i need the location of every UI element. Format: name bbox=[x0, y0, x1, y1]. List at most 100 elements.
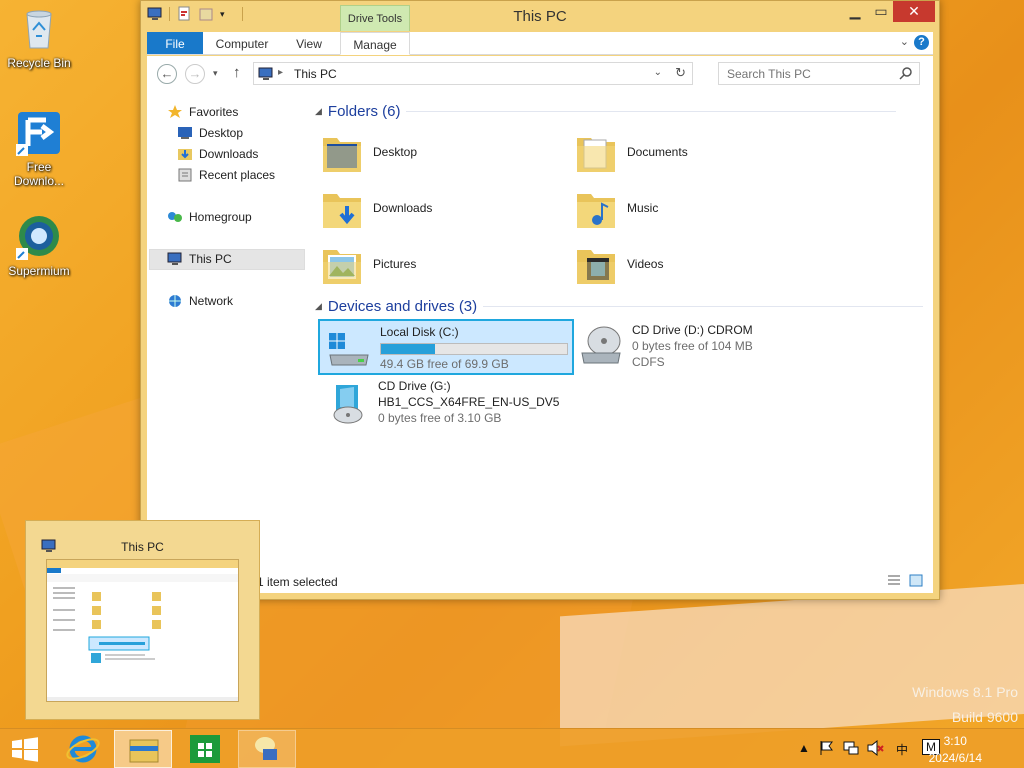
nav-item-network[interactable]: Network bbox=[167, 292, 233, 310]
nav-item-recent-places[interactable]: Recent places bbox=[177, 166, 275, 184]
drive-usage-bar bbox=[380, 343, 568, 355]
desktop-icon bbox=[177, 126, 193, 140]
file-explorer-icon bbox=[129, 739, 159, 763]
devices-group-header[interactable]: ◢ Devices and drives (3) bbox=[315, 298, 924, 315]
status-bar: 1 item selected bbox=[147, 569, 933, 593]
content-pane: ◢ Folders (6) Desktop Documents Download… bbox=[307, 91, 933, 569]
clock-date: 2024/6/14 bbox=[928, 751, 982, 765]
taskbar-internet-explorer[interactable] bbox=[54, 730, 112, 768]
pictures-folder-icon bbox=[321, 242, 363, 286]
desktop-icon-supermium[interactable]: Supermium bbox=[4, 214, 74, 278]
drive-name: CD Drive (D:) CDROM bbox=[632, 323, 753, 337]
drive-free-space: 0 bytes free of 3.10 GB bbox=[378, 411, 502, 425]
network-icon bbox=[167, 294, 183, 308]
pc-icon bbox=[258, 67, 274, 81]
show-hidden-icons-button[interactable]: ▲ bbox=[798, 741, 810, 755]
drive-name: Local Disk (C:) bbox=[380, 325, 459, 339]
folder-label: Videos bbox=[627, 257, 664, 271]
nav-item-homegroup[interactable]: Homegroup bbox=[167, 208, 252, 226]
up-button[interactable]: ↑ bbox=[233, 64, 241, 81]
close-button[interactable]: ✕ bbox=[893, 1, 935, 22]
help-icon[interactable]: ? bbox=[914, 35, 929, 50]
supermium-browser-icon bbox=[16, 214, 62, 260]
folder-documents[interactable]: Documents bbox=[575, 125, 688, 179]
desktop-icon-free-download-manager[interactable]: Free Downlo... bbox=[4, 110, 74, 188]
action-center-flag-icon[interactable] bbox=[818, 739, 834, 760]
forward-button[interactable]: → bbox=[185, 64, 205, 84]
taskbar-file-explorer[interactable] bbox=[114, 730, 172, 768]
volume-muted-icon[interactable] bbox=[866, 739, 884, 760]
details-view-icon[interactable] bbox=[887, 574, 901, 587]
folder-videos[interactable]: Videos bbox=[575, 237, 663, 291]
documents-folder-icon bbox=[575, 130, 617, 174]
folder-downloads[interactable]: Downloads bbox=[321, 181, 432, 235]
drive-volume-label: HB1_CCS_X64FRE_EN-US_DV5 bbox=[378, 395, 560, 409]
breadcrumb[interactable]: This PC bbox=[294, 67, 337, 81]
status-text: 1 item selected bbox=[257, 575, 338, 589]
explorer-window: ▾ Drive Tools This PC ▁ ▭ ✕ File Compute… bbox=[140, 0, 940, 600]
tab-manage[interactable]: Manage bbox=[340, 32, 410, 55]
nav-item-downloads[interactable]: Downloads bbox=[177, 145, 258, 163]
collapse-icon: ◢ bbox=[315, 106, 322, 116]
folder-label: Pictures bbox=[373, 257, 417, 271]
nav-item-favorites[interactable]: Favorites bbox=[167, 103, 238, 121]
title-bar[interactable]: ▾ Drive Tools This PC ▁ ▭ ✕ bbox=[141, 1, 939, 31]
ime-language-indicator[interactable]: 中 bbox=[896, 741, 908, 758]
folder-label: Desktop bbox=[373, 145, 418, 159]
nav-label: Homegroup bbox=[189, 210, 252, 224]
refresh-button[interactable]: ↻ bbox=[675, 65, 686, 81]
address-row: ← → ▾ ↑ ▸ This PC ⌄ ↻ bbox=[147, 56, 933, 91]
nav-item-desktop[interactable]: Desktop bbox=[177, 124, 243, 142]
hard-drive-icon bbox=[326, 327, 372, 371]
group-title: Folders (6) bbox=[327, 103, 401, 120]
desktop-icon-label: Recycle Bin bbox=[7, 56, 71, 70]
drive-cd-g[interactable]: CD Drive (G:) HB1_CCS_X64FRE_EN-US_DV5 0… bbox=[318, 375, 574, 431]
drive-cd-d[interactable]: CD Drive (D:) CDROM 0 bytes free of 104 … bbox=[572, 319, 828, 375]
desktop-icon-recycle-bin[interactable]: Recycle Bin bbox=[4, 6, 74, 70]
large-icons-view-icon[interactable] bbox=[909, 574, 923, 587]
system-clock[interactable]: 3:10 2024/6/14 bbox=[929, 733, 982, 767]
recycle-bin-icon bbox=[16, 6, 62, 52]
folder-desktop[interactable]: Desktop bbox=[321, 125, 417, 179]
taskbar-store[interactable] bbox=[176, 730, 234, 768]
thumbnail-window-image bbox=[46, 559, 239, 702]
drive-local-disk-c[interactable]: Local Disk (C:) 49.4 GB free of 69.9 GB bbox=[318, 319, 574, 375]
network-status-icon[interactable] bbox=[842, 739, 860, 760]
search-input[interactable] bbox=[727, 64, 897, 84]
expand-ribbon-icon[interactable]: ⌄ bbox=[900, 35, 909, 48]
nav-label: Downloads bbox=[199, 147, 259, 161]
taskbar: ▲ 中 M 3:10 2024/6/14 bbox=[0, 728, 1024, 768]
folder-label: Downloads bbox=[373, 201, 433, 215]
minimize-button[interactable]: ▁ bbox=[842, 1, 868, 22]
divider bbox=[406, 111, 897, 112]
homegroup-icon bbox=[167, 210, 183, 224]
folder-pictures[interactable]: Pictures bbox=[321, 237, 416, 291]
back-button[interactable]: ← bbox=[157, 64, 177, 84]
cd-drive-windows-icon bbox=[324, 381, 370, 425]
address-bar[interactable]: ▸ This PC ⌄ ↻ bbox=[253, 62, 693, 85]
thumbnail-title: This PC bbox=[121, 540, 164, 554]
windows-edition-watermark: Windows 8.1 Pro bbox=[912, 684, 1018, 700]
taskbar-thumbnail-preview[interactable]: This PC bbox=[25, 520, 260, 720]
recent-locations-dropdown[interactable]: ▾ bbox=[213, 68, 218, 79]
music-folder-icon bbox=[575, 186, 617, 230]
nav-item-this-pc[interactable]: This PC bbox=[167, 250, 232, 268]
taskbar-remote-desktop[interactable] bbox=[238, 730, 296, 768]
folder-music[interactable]: Music bbox=[575, 181, 658, 235]
folders-group-header[interactable]: ◢ Folders (6) bbox=[315, 103, 897, 120]
maximize-button[interactable]: ▭ bbox=[868, 1, 894, 22]
internet-explorer-icon bbox=[66, 735, 100, 763]
start-button[interactable] bbox=[0, 730, 58, 768]
search-box[interactable] bbox=[718, 62, 920, 85]
window-title: This PC bbox=[513, 8, 567, 25]
breadcrumb-separator-icon[interactable]: ▸ bbox=[278, 67, 283, 78]
drive-usage-fill bbox=[381, 344, 435, 354]
tab-view[interactable]: View bbox=[287, 32, 331, 54]
nav-label: Desktop bbox=[199, 126, 244, 140]
nav-label: This PC bbox=[189, 252, 232, 266]
tab-file[interactable]: File bbox=[147, 32, 203, 54]
desktop-icon-label: Free Downlo... bbox=[13, 160, 65, 188]
address-dropdown-icon[interactable]: ⌄ bbox=[654, 67, 662, 78]
tab-computer[interactable]: Computer bbox=[209, 32, 275, 54]
nav-label: Network bbox=[189, 294, 234, 308]
